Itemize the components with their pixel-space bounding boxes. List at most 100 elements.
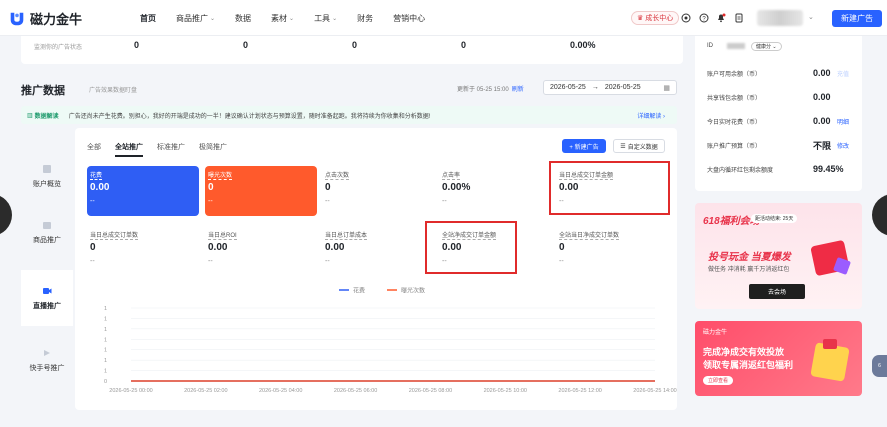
- metric-value: 0.00%: [442, 182, 471, 193]
- metric-card-order-cost[interactable]: 当日总订单成本 0.00 --: [322, 226, 434, 276]
- tab-standard[interactable]: 标准推广: [157, 142, 185, 157]
- help-icon[interactable]: ?: [699, 13, 709, 23]
- refresh-link[interactable]: 刷新: [512, 87, 524, 93]
- account-overview-icon: [43, 164, 51, 173]
- floating-helper-button[interactable]: 6: [872, 355, 887, 377]
- view-now-button[interactable]: 立即查看: [703, 376, 733, 385]
- new-ad-button[interactable]: 新建广告: [832, 10, 882, 27]
- nav-product-promo[interactable]: 商品推广 ⌄: [176, 13, 215, 24]
- trend-chart: 花费 曝光次数 1 1 1 1 1 1 1 0 2026-05-25 00:00 2026-05-25…: [75, 278, 677, 408]
- metric-compare: --: [559, 258, 564, 265]
- brand-logo[interactable]: 磁力金牛: [8, 9, 82, 28]
- row-value: 0.00: [813, 68, 831, 78]
- document-icon[interactable]: [734, 13, 744, 23]
- metric-card-net-orders[interactable]: 全站当日净成交订单数 0 --: [556, 226, 668, 276]
- metric-compare: --: [325, 198, 330, 205]
- nav-data-label: 数据: [235, 13, 252, 23]
- side-tab-product-promo[interactable]: 商品推广: [21, 204, 73, 260]
- nav-finance-label: 财务: [357, 13, 374, 23]
- nav-marketing-center[interactable]: 营销中心: [393, 13, 425, 24]
- metric-card-clicks[interactable]: 点击次数 0 --: [322, 166, 434, 216]
- promotion-sub-tabs: 全部 全站推广 标准推广 极简推广: [87, 142, 227, 157]
- date-range-picker[interactable]: 2026-05-25 → 2026-05-25 ▦: [543, 80, 677, 95]
- promo-banner-618[interactable]: 618福利会场 距活动结束: 25天 投号玩金 当夏爆发 做任务 冲消耗 赢千万…: [695, 203, 862, 309]
- tab-site-wide[interactable]: 全站推广: [115, 142, 143, 157]
- x-tick-label: 2026-05-25 12:00: [558, 388, 601, 394]
- section-title: 推广数据: [21, 85, 65, 97]
- row-value: 不限: [813, 140, 832, 151]
- carousel-next-arrow[interactable]: [872, 194, 887, 236]
- metric-label: 当日总成交订单数: [90, 230, 139, 240]
- banner-logo: 磁力金牛: [703, 330, 728, 336]
- red-packet-row: 大盘内循环红包剩余额度 99.45%: [707, 162, 857, 176]
- custom-data-button[interactable]: ☰ 自定义数据: [613, 139, 665, 153]
- nav-finance[interactable]: 财务: [357, 13, 373, 24]
- x-tick-label: 2026-05-25 04:00: [259, 388, 302, 394]
- row-value: 0.00: [813, 116, 831, 126]
- panel-new-ad-button[interactable]: + 新建广告: [562, 139, 606, 153]
- metric-card-daily-roi[interactable]: 当日总ROI 0.00 --: [205, 226, 317, 276]
- interpretation-text: 广告还尚未产生花费。别担心，我好的开端是成功的一半！建议确认计划状态与预算设置，…: [68, 113, 431, 120]
- product-promo-icon: [43, 221, 51, 229]
- notification-bell-icon[interactable]: [716, 13, 726, 23]
- promo-banner-net-gmv[interactable]: 磁力金牛 完成净成交有效投放 领取专属消返红包福利 立即查看: [695, 321, 862, 396]
- user-account-menu[interactable]: [757, 10, 803, 26]
- health-score-badge[interactable]: 健康分 ⌄: [751, 41, 782, 51]
- trend-chart-svg: 花费 曝光次数 1 1 1 1 1 1 1 02026-05-25 00:00 2026-05-25…: [104, 287, 677, 395]
- side-tab-label: 账户概览: [33, 180, 61, 188]
- go-venue-button[interactable]: 去会场: [749, 284, 805, 299]
- metric-card-cost[interactable]: 花费 0.00 --: [87, 166, 199, 216]
- section-subtitle: 广告效果数据盯盘: [89, 88, 138, 94]
- y-tick-label: 1: [104, 306, 107, 312]
- summary-value: 0: [134, 40, 140, 50]
- balance-row: 账户可用余额（币） 0.00 充值: [707, 66, 857, 80]
- highlight-box: [549, 161, 670, 215]
- budget-row: 账户推广预算（币） 不限 修改: [707, 138, 857, 152]
- carousel-prev-arrow[interactable]: [0, 194, 12, 236]
- banner-subtitle: 做任务 冲消耗 赢千万消返红包: [708, 267, 790, 273]
- shared-wallet-row: 共享钱包余额（币） 0.00: [707, 90, 857, 104]
- date-end: 2026-05-25: [604, 84, 641, 91]
- modify-link[interactable]: 修改: [837, 141, 849, 150]
- metric-card-daily-orders[interactable]: 当日总成交订单数 0 --: [87, 226, 199, 276]
- metric-compare: --: [325, 258, 330, 265]
- row-label: 大盘内循环红包剩余额度: [707, 167, 774, 174]
- nav-home[interactable]: 首页: [140, 13, 156, 24]
- metric-value: 0.00: [90, 182, 110, 193]
- calendar-icon: ▦: [663, 84, 670, 92]
- metric-label: 点击率: [442, 170, 461, 180]
- nav-data[interactable]: 数据: [235, 13, 251, 24]
- nav-tools[interactable]: 工具 ⌄: [314, 13, 337, 24]
- tab-minimal[interactable]: 极简推广: [199, 142, 227, 157]
- metric-card-ctr[interactable]: 点击率 0.00% --: [439, 166, 551, 216]
- metric-value: 0.00: [208, 242, 228, 253]
- metric-value: 0: [90, 242, 96, 253]
- row-label: 今日实时花费（币）: [707, 119, 762, 126]
- summary-label: 监测你的广告状态: [34, 45, 83, 51]
- row-value: 0.00: [813, 92, 831, 102]
- data-interpretation-bar: ▥ 数据解读 广告还尚未产生花费。别担心，我好的开端是成功的一半！建议确认计划状态…: [21, 106, 677, 124]
- detail-interpretation-link[interactable]: 详细解读 ›: [637, 111, 665, 120]
- legend-label: 曝光次数: [401, 287, 425, 295]
- metric-card-impressions[interactable]: 曝光次数 0 --: [205, 166, 317, 216]
- settings-icon: ☰: [620, 143, 626, 150]
- row-label: 账户推广预算（币）: [707, 143, 762, 150]
- pin-icon[interactable]: [681, 13, 691, 23]
- legend-label: 花费: [353, 287, 365, 295]
- side-tab-live-promo[interactable]: 直播推广: [21, 270, 73, 326]
- custom-data-label: 自定义数据: [627, 144, 658, 151]
- growth-center-label: 成长中心: [645, 15, 674, 22]
- details-link[interactable]: 明细: [837, 117, 849, 126]
- row-label: 账户可用余额（币）: [707, 71, 762, 78]
- nav-material[interactable]: 素材 ⌄: [271, 13, 294, 24]
- metric-label: 全站当日净成交订单数: [559, 230, 620, 240]
- nav-home-label: 首页: [140, 13, 156, 23]
- health-score-label: 健康分: [756, 43, 772, 50]
- recharge-link[interactable]: 充值: [837, 69, 849, 78]
- tab-all[interactable]: 全部: [87, 142, 101, 157]
- x-tick-label: 2026-05-25 08:00: [409, 388, 452, 394]
- x-tick-label: 2026-05-25 02:00: [184, 388, 227, 394]
- side-tab-kuaishou-promo[interactable]: 快手号推广: [21, 332, 73, 388]
- side-tab-account-overview[interactable]: 账户概览: [21, 148, 73, 204]
- growth-center-button[interactable]: ♛ 成长中心: [631, 11, 680, 25]
